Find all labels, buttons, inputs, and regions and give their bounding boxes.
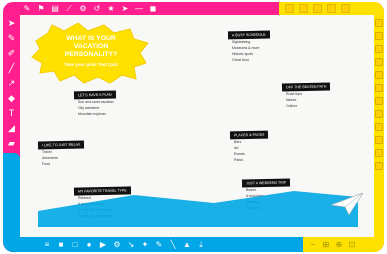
- card-item: Food: [42, 162, 50, 166]
- text-icon[interactable]: T: [7, 108, 17, 118]
- page-thumb-icon[interactable]: [375, 19, 383, 27]
- arrow-icon[interactable]: ↗: [7, 78, 17, 88]
- card-header: LET'S HAVE A PLAN: [73, 90, 116, 100]
- card-relax[interactable]: I LIKE TO JUST RELAX Travel Adventure Fo…: [37, 140, 85, 167]
- line-icon[interactable]: —: [135, 4, 143, 13]
- page-thumb-icon[interactable]: [375, 162, 383, 170]
- line-icon[interactable]: ╱: [7, 63, 17, 73]
- card-item: Great food: [232, 58, 249, 62]
- card-item: Parks: [234, 158, 243, 162]
- sticker-line-4: Take your pick! Test Quiz: [64, 62, 118, 67]
- gear-icon[interactable]: ⚙: [113, 240, 121, 249]
- lock-icon[interactable]: ⊡: [348, 240, 356, 249]
- square-icon[interactable]: [299, 4, 308, 13]
- app-frame: ✎ ⚑ ▤ ⟋ ⚙ ↺ ★ ➤ — ◼ ➤ ✎ ✐ ╱ ↗ ◆ T ◢ ▰ ▣: [3, 2, 384, 252]
- settings-icon[interactable]: ⚙: [79, 4, 87, 13]
- page-thumb-icon[interactable]: [375, 97, 383, 105]
- top-toolbar: ✎ ⚑ ▤ ⟋ ⚙ ↺ ★ ➤ — ◼: [3, 2, 384, 15]
- shape-icon[interactable]: ◆: [7, 93, 17, 103]
- left-blue-panel: [3, 153, 20, 243]
- list-icon[interactable]: ≡: [43, 240, 51, 249]
- triangle-icon[interactable]: ▲: [183, 240, 191, 249]
- card-header: I LIKE TO JUST RELAX: [37, 140, 85, 150]
- brush-icon[interactable]: ⟋: [65, 4, 73, 13]
- right-toolbar: [374, 15, 384, 237]
- square-icon[interactable]: [341, 4, 350, 13]
- download-icon[interactable]: ⤓: [197, 240, 205, 249]
- pen-icon[interactable]: ✎: [7, 33, 17, 43]
- left-toolbar: ➤ ✎ ✐ ╱ ↗ ◆ T ◢ ▰ ▣ ● ⊞ ✿ ↺ ↻: [3, 15, 20, 252]
- page-thumb-icon[interactable]: [375, 123, 383, 131]
- card-item: Mountain explorer: [78, 112, 107, 116]
- folder-icon[interactable]: ▤: [51, 4, 59, 13]
- cursor-icon[interactable]: ➤: [121, 4, 129, 13]
- circle-icon[interactable]: ●: [85, 240, 93, 249]
- page-thumb-icon[interactable]: [375, 110, 383, 118]
- card-plan[interactable]: LET'S HAVE A PLAN Sun and sand vacation …: [73, 90, 116, 117]
- play-icon[interactable]: ▶: [99, 240, 107, 249]
- pointer-icon[interactable]: ➤: [7, 18, 17, 28]
- page-thumb-icon[interactable]: [375, 71, 383, 79]
- square-icon[interactable]: [285, 4, 294, 13]
- zoom-icon[interactable]: ⊕: [335, 240, 343, 249]
- eraser-icon[interactable]: ◼: [149, 4, 157, 13]
- marker-icon[interactable]: ✐: [7, 48, 17, 58]
- card-places[interactable]: PLACES & FACES Bars Art Events Parks: [229, 130, 269, 163]
- card-off-path[interactable]: OFF THE BEATEN PATH Road trips Nature Cu…: [281, 82, 331, 109]
- minus-icon[interactable]: −: [309, 240, 317, 249]
- page-thumb-icon[interactable]: [375, 58, 383, 66]
- card-header: OFF THE BEATEN PATH: [281, 82, 331, 92]
- square-icon[interactable]: [327, 4, 336, 13]
- bottom-right-tools: − ⊞ ⊕ ⊡: [303, 237, 384, 252]
- grid-icon[interactable]: ⊞: [322, 240, 330, 249]
- card-item: Culture: [286, 104, 298, 108]
- title-sticker: WHAT IS YOUR VACATION PERSONALITY? Take …: [30, 22, 150, 85]
- card-header: JUST A WEEKEND TRIP: [241, 178, 291, 188]
- square-outline-icon[interactable]: □: [71, 240, 79, 249]
- sticker-line-2: VACATION: [73, 43, 109, 50]
- sticker-line-3: PERSONALITY?: [64, 51, 118, 58]
- top-right-tools: [279, 2, 384, 15]
- page-thumb-icon[interactable]: [375, 149, 383, 157]
- flag-icon[interactable]: ⚑: [37, 4, 45, 13]
- paper-plane-icon: [331, 193, 363, 215]
- undo-icon[interactable]: ↺: [93, 4, 101, 13]
- page-thumb-icon[interactable]: [375, 136, 383, 144]
- star-icon[interactable]: ★: [107, 4, 115, 13]
- card-header: A BUSY SCHEDULE: [227, 30, 270, 40]
- brush-icon[interactable]: ◢: [7, 123, 17, 133]
- sticker-line-1: WHAT IS YOUR: [66, 35, 116, 42]
- arrow-icon[interactable]: ↘: [127, 240, 135, 249]
- square-icon[interactable]: ■: [57, 240, 65, 249]
- card-header: MY FAVORITE TRAVEL TYPE: [73, 186, 131, 196]
- board-canvas[interactable]: WHAT IS YOUR VACATION PERSONALITY? Take …: [20, 15, 377, 237]
- page-thumb-icon[interactable]: [375, 32, 383, 40]
- page-thumb-icon[interactable]: [375, 84, 383, 92]
- square-icon[interactable]: [313, 4, 322, 13]
- card-header: PLACES & FACES: [229, 130, 269, 140]
- eraser-icon[interactable]: ▰: [7, 138, 17, 148]
- page-thumb-icon[interactable]: [375, 45, 383, 53]
- line-icon[interactable]: ╲: [169, 240, 177, 249]
- wand-icon[interactable]: ✦: [141, 240, 149, 249]
- card-busy[interactable]: A BUSY SCHEDULE Sightseeing Museums & mo…: [227, 30, 270, 63]
- bottom-toolbar: ≡ ■ □ ● ▶ ⚙ ↘ ✦ ✎ ╲ ▲ ⤓ − ⊞ ⊕ ⊡: [3, 237, 384, 252]
- marker-icon[interactable]: ✎: [155, 240, 163, 249]
- pen-icon[interactable]: ✎: [23, 4, 31, 13]
